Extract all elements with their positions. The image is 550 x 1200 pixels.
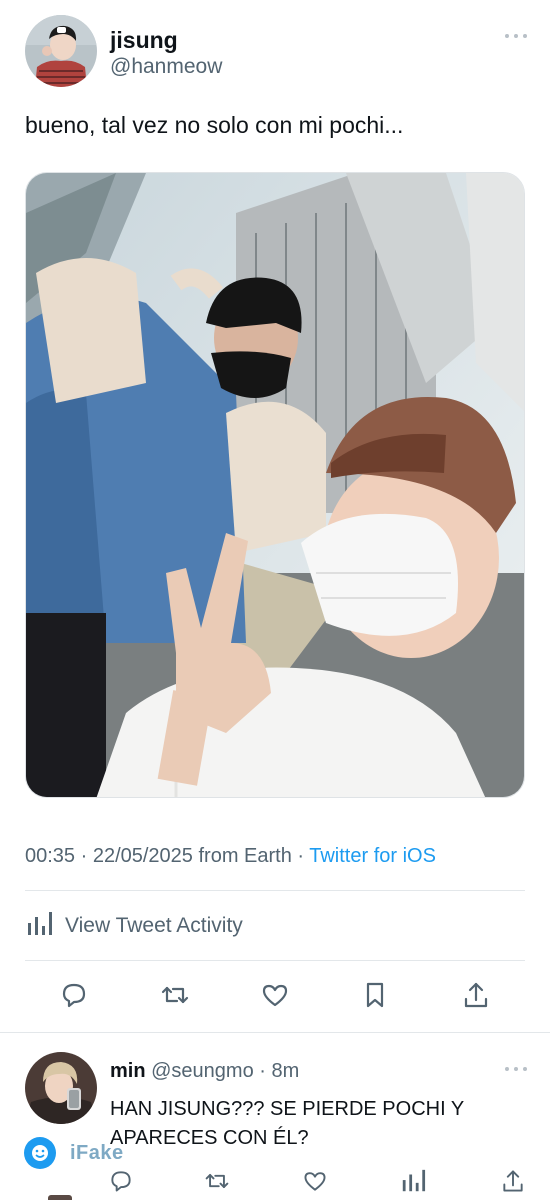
author-avatar[interactable] (25, 15, 97, 87)
reply-separator: · (253, 1060, 272, 1082)
author-handle[interactable]: @hanmeow (110, 54, 222, 80)
ifake-label: iFake (70, 1141, 124, 1164)
view-tweet-activity-label: View Tweet Activity (65, 914, 243, 937)
like-icon[interactable] (260, 980, 290, 1010)
next-avatar-edge (48, 1195, 72, 1200)
divider (25, 960, 525, 961)
like-icon[interactable] (302, 1168, 328, 1194)
reply-author-handle[interactable]: @seungmo (151, 1060, 254, 1082)
divider (25, 890, 525, 891)
share-icon[interactable] (500, 1168, 526, 1194)
reply-icon[interactable] (108, 1168, 134, 1194)
more-options-icon[interactable] (505, 34, 527, 44)
more-options-icon[interactable] (505, 1067, 527, 1077)
activity-icon[interactable] (400, 1168, 426, 1194)
tweet-photo[interactable] (25, 172, 525, 798)
tweet-text: bueno, tal vez no solo con mi pochi... (25, 112, 404, 138)
retweet-icon[interactable] (160, 980, 190, 1010)
share-icon[interactable] (461, 980, 491, 1010)
activity-icon (25, 910, 53, 943)
divider (0, 1032, 550, 1033)
retweet-icon[interactable] (204, 1168, 230, 1194)
author-name[interactable]: jisung (110, 26, 178, 54)
tweet-timestamp: 00:35 · 22/05/2025 from Earth · (25, 845, 310, 867)
reply-header: min @seungmo · 8m (110, 1058, 299, 1084)
tweet-timestamp-line: 00:35 · 22/05/2025 from Earth · Twitter … (25, 843, 436, 869)
reply-author-avatar[interactable] (25, 1052, 97, 1124)
reply-text: HAN JISUNG??? SE PIERDE POCHI Y APARECES… (110, 1098, 464, 1149)
view-tweet-activity-button[interactable]: View Tweet Activity (25, 910, 243, 942)
reply-time[interactable]: 8m (271, 1060, 299, 1082)
smiley-icon (24, 1137, 56, 1169)
reply-icon[interactable] (59, 980, 89, 1010)
ifake-watermark: iFake (24, 1136, 124, 1170)
tweet-source-link[interactable]: Twitter for iOS (309, 845, 436, 867)
reply-author-name[interactable]: min (110, 1060, 146, 1082)
bookmark-icon[interactable] (360, 980, 390, 1010)
